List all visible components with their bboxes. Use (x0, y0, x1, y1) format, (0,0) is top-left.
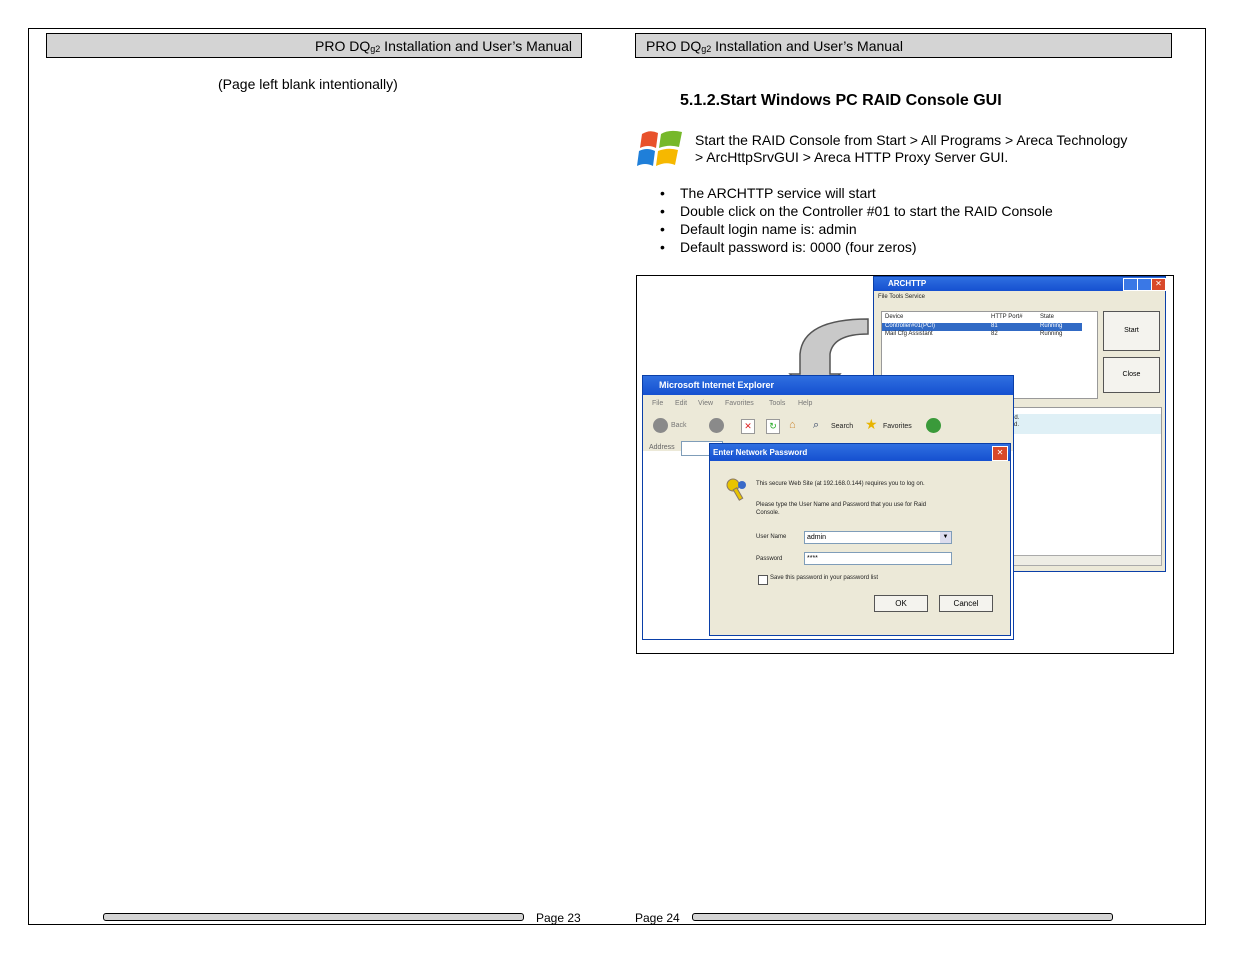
network-password-dialog: Enter Network Password ✕ This secure Web… (709, 443, 1011, 636)
table-cell[interactable]: Controller#01(PCI) (885, 323, 935, 329)
intro-line-1: Start the RAID Console from Start > All … (695, 132, 1128, 148)
password-field[interactable]: **** (804, 552, 952, 565)
column-header: HTTP Port# (991, 314, 1023, 320)
close-icon[interactable]: ✕ (1151, 278, 1166, 291)
table-cell: 81 (991, 323, 998, 329)
list-item: Double click on the Controller #01 to st… (660, 202, 1053, 220)
forward-icon[interactable] (709, 418, 724, 433)
dialog-message: This secure Web Site (at 192.168.0.144) … (756, 481, 925, 487)
back-icon[interactable] (653, 418, 668, 433)
list-item: The ARCHTTP service will start (660, 184, 1053, 202)
favorites-star-icon[interactable]: ★ (865, 417, 878, 431)
history-icon[interactable] (926, 418, 941, 433)
archttp-titlebar: ARCHTTP (874, 277, 1165, 291)
ok-button[interactable]: OK (874, 595, 928, 612)
save-password-label: Save this password in your password list (770, 575, 879, 581)
ie-menu-favorites[interactable]: Favorites (725, 400, 754, 407)
dialog-titlebar: Enter Network Password (710, 444, 1010, 461)
ie-menu-edit[interactable]: Edit (675, 400, 687, 407)
user-name-field[interactable]: admin (804, 531, 952, 544)
left-page-header: PRO DQg2 Installation and User’s Manual (46, 33, 582, 58)
search-icon[interactable]: ⌕ (813, 419, 827, 432)
list-item: Default login name is: admin (660, 220, 1053, 238)
intro-paragraph: Start the RAID Console from Start > All … (695, 132, 1165, 166)
dialog-close-icon[interactable]: ✕ (992, 446, 1008, 461)
key-icon (726, 478, 746, 501)
right-page-header: PRO DQg2 Installation and User’s Manual (635, 33, 1172, 58)
dialog-instruction: Please type the User Name and Password t… (756, 502, 927, 508)
ie-titlebar: Microsoft Internet Explorer (643, 376, 1013, 395)
windows-logo-icon (637, 130, 682, 166)
ie-menu-file[interactable]: File (652, 400, 663, 407)
list-item: Default password is: 0000 (four zeros) (660, 238, 1053, 256)
ie-menu-view[interactable]: View (698, 400, 713, 407)
password-label: Password (756, 556, 783, 562)
dropdown-arrow-icon[interactable]: ▼ (940, 532, 951, 543)
ie-menu-help[interactable]: Help (798, 400, 812, 407)
address-label: Address (649, 444, 675, 451)
home-icon[interactable]: ⌂ (789, 419, 803, 432)
stop-icon[interactable]: ✕ (741, 419, 755, 434)
close-button[interactable]: Close (1103, 357, 1160, 393)
refresh-icon[interactable]: ↻ (766, 419, 780, 434)
save-password-checkbox[interactable] (758, 575, 768, 585)
minimize-icon[interactable] (1123, 278, 1138, 291)
user-name-label: User Name (756, 534, 787, 540)
cancel-button[interactable]: Cancel (939, 595, 993, 612)
table-cell: 82 (991, 331, 998, 337)
bullet-list: The ARCHTTP service will start Double cl… (660, 184, 1053, 256)
back-label[interactable]: Back (671, 422, 687, 429)
column-header: State (1040, 314, 1055, 320)
table-cell: Running (1040, 331, 1063, 337)
archttp-menu[interactable]: File Tools Service (878, 294, 925, 300)
right-page-number: Page 24 (635, 911, 680, 925)
section-title: 5.1.2.Start Windows PC RAID Console GUI (680, 92, 1002, 109)
blank-page-note: (Page left blank intentionally) (218, 76, 398, 92)
search-label[interactable]: Search (831, 423, 853, 430)
left-page-number: Page 23 (536, 911, 581, 925)
column-header: Device (885, 314, 904, 320)
intro-line-2: > ArcHttpSrvGUI > Areca HTTP Proxy Serve… (695, 149, 1009, 165)
dialog-instruction-cont: Console. (756, 510, 780, 516)
start-button[interactable]: Start (1103, 311, 1160, 351)
left-footer-bar (103, 913, 524, 921)
right-footer-bar (692, 913, 1113, 921)
ie-menu-tools[interactable]: Tools (769, 400, 785, 407)
favorites-label[interactable]: Favorites (883, 423, 912, 430)
maximize-icon[interactable] (1137, 278, 1152, 291)
table-cell[interactable]: Mail Cfg Assistant (885, 331, 933, 337)
screenshot-figure: ARCHTTP ✕ File Tools Service Device HTTP… (636, 275, 1174, 654)
table-cell: Running (1040, 323, 1063, 329)
